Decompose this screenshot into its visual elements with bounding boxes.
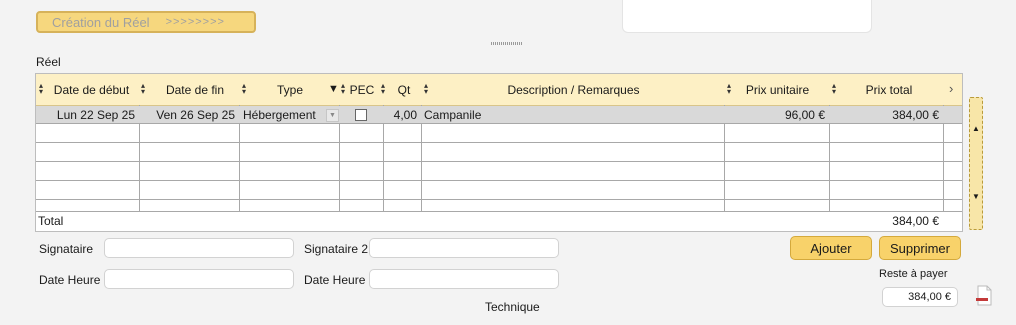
column-header-type[interactable]: Type <box>240 74 340 105</box>
creation-du-reel-button[interactable]: Création du Réel >>>>>>>> <box>36 11 256 33</box>
column-header-date-debut[interactable]: Date de début <box>44 74 139 105</box>
cell-prix-total[interactable]: 384,00 € <box>830 106 939 124</box>
table-row[interactable]: Lun 22 Sep 25 Ven 26 Sep 25 Hébergement … <box>36 106 962 124</box>
vertical-scrollbar[interactable]: ▲ ▼ <box>969 97 983 230</box>
pec-checkbox[interactable] <box>355 109 367 121</box>
chevron-right-icon[interactable]: › <box>949 81 953 96</box>
reste-a-payer-label: Reste à payer <box>879 268 948 280</box>
cell-date-fin[interactable]: Ven 26 Sep 25 <box>140 106 235 124</box>
column-header-qt[interactable]: Qt <box>384 74 424 105</box>
reste-a-payer-field[interactable]: 384,00 € <box>882 287 958 307</box>
table-row[interactable] <box>36 144 962 162</box>
filter-icon[interactable]: ▼ <box>328 83 339 95</box>
reel-table: ▴ ▾ Date de début ▴ ▾ Date de fin ▴ ▾ Type … <box>35 73 963 232</box>
date-heure-label: Date Heure <box>39 273 101 287</box>
top-panel <box>622 0 872 33</box>
total-row: Total 384,00 € <box>36 211 962 231</box>
table-row[interactable] <box>36 182 962 200</box>
column-header-pec[interactable]: PEC <box>340 74 384 105</box>
section-title: Réel <box>36 55 61 69</box>
cell-prix-unitaire[interactable]: 96,00 € <box>725 106 825 124</box>
table-header: ▴ ▾ Date de début ▴ ▾ Date de fin ▴ ▾ Type … <box>36 74 962 106</box>
date-heure2-field[interactable] <box>369 269 559 289</box>
date-heure-field[interactable] <box>104 269 294 289</box>
date-heure2-label: Date Heure <box>304 273 366 287</box>
cell-date-debut[interactable]: Lun 22 Sep 25 <box>36 106 135 124</box>
table-row[interactable] <box>36 125 962 143</box>
type-dropdown-icon[interactable]: ▼ <box>326 109 339 122</box>
total-value: 384,00 € <box>892 214 939 228</box>
cell-type[interactable]: Hébergement <box>243 106 323 124</box>
cell-qt[interactable]: 4,00 <box>384 106 417 124</box>
signataire2-label: Signataire 2 <box>304 242 369 256</box>
table-row[interactable] <box>36 163 962 181</box>
signataire-field[interactable] <box>104 238 294 258</box>
signataire2-field[interactable] <box>369 238 559 258</box>
column-header-prix-total[interactable]: Prix total <box>830 74 948 105</box>
signataire-label: Signataire <box>39 242 94 256</box>
scroll-down-icon[interactable]: ▼ <box>972 192 980 201</box>
creation-arrows: >>>>>>>> <box>165 16 225 28</box>
column-header-date-fin[interactable]: Date de fin <box>140 74 250 105</box>
sort-icon[interactable]: ▴ ▾ <box>39 82 43 96</box>
delete-button[interactable]: Supprimer <box>879 236 961 260</box>
creation-label: Création du Réel <box>52 14 150 30</box>
scroll-up-icon[interactable]: ▲ <box>972 124 980 133</box>
technique-label: Technique <box>485 300 540 314</box>
cell-description[interactable]: Campanile <box>424 106 714 124</box>
column-header-prix-unitaire[interactable]: Prix unitaire <box>725 74 830 105</box>
column-header-description[interactable]: Description / Remarques <box>422 74 725 105</box>
splitter-grip[interactable] <box>491 42 523 45</box>
document-pdf-icon[interactable] <box>975 285 993 307</box>
add-button[interactable]: Ajouter <box>790 236 872 260</box>
total-label: Total <box>38 214 64 228</box>
table-row[interactable] <box>36 201 962 211</box>
